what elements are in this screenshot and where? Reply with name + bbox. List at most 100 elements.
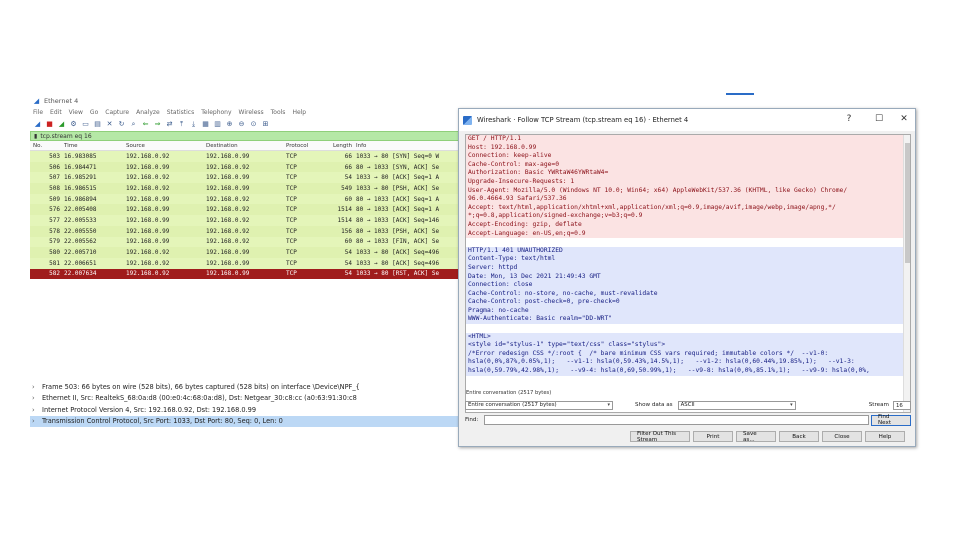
find-packet-icon[interactable]: ⌕ (129, 120, 138, 129)
scrollbar-thumb[interactable] (905, 143, 910, 263)
capture-options-icon[interactable]: ⚙ (69, 120, 78, 129)
detail-row[interactable]: › Transmission Control Protocol, Src Port… (30, 415, 468, 427)
display-filter-bar[interactable]: ▮ tcp.stream eq 16 (30, 131, 468, 141)
packet-row[interactable]: 582 22.007634 192.168.0.92 192.168.0.99 TCP 5… (30, 268, 468, 280)
go-back-icon[interactable]: ⇐ (141, 120, 150, 129)
packet-cell-dst: 192.168.0.99 (206, 174, 250, 182)
close-file-icon[interactable]: ✕ (105, 120, 114, 129)
packet-row[interactable]: 581 22.006651 192.168.0.92 192.168.0.99 TCP 5… (30, 257, 468, 269)
help-button[interactable]: Help (865, 431, 905, 442)
restart-capture-icon[interactable]: ◢ (57, 120, 66, 129)
packet-row[interactable]: 576 22.005408 192.168.0.99 192.168.0.92 TCP 1… (30, 204, 468, 216)
packet-cell-src: 192.168.0.99 (126, 238, 170, 246)
menu-item[interactable]: Telephony (201, 109, 231, 116)
back-button[interactable]: Back (779, 431, 819, 442)
expand-arrow-icon[interactable]: › (32, 383, 42, 391)
packet-row[interactable]: 508 16.986515 192.168.0.92 192.168.0.99 TCP 5… (30, 183, 468, 194)
find-next-button[interactable]: Find Next (871, 414, 911, 426)
packet-cell-info: 80 → 1033 [FIN, ACK] Se (356, 238, 440, 246)
autoscroll-icon[interactable]: ▦ (201, 120, 210, 129)
packet-cell-dst: 192.168.0.92 (206, 227, 250, 235)
detail-row[interactable]: › Ethernet II, Src: RealtekS_68:0a:d8 (00… (30, 393, 468, 405)
resize-columns-icon[interactable]: ⊞ (261, 120, 270, 129)
reload-icon[interactable]: ↻ (117, 120, 126, 129)
menu-item[interactable]: Capture (105, 109, 129, 116)
stop-capture-icon[interactable]: ■ (45, 120, 54, 129)
packet-row[interactable]: 579 22.005562 192.168.0.99 192.168.0.92 TCP 6… (30, 236, 468, 248)
menu-item[interactable]: Wireless (239, 109, 264, 116)
server-line: WWW-Authenticate: Basic realm="DD-WRT" (466, 315, 910, 325)
detail-row[interactable]: › Internet Protocol Version 4, Src: 192.1… (30, 404, 468, 416)
close-button[interactable]: Close (822, 431, 862, 442)
help-question-icon[interactable]: ? (841, 114, 857, 124)
expand-arrow-icon[interactable]: › (32, 406, 42, 414)
packet-details[interactable]: › Frame 503: 66 bytes on wire (528 bits),… (30, 381, 468, 427)
filter-out-stream-button[interactable]: Filter Out This Stream (630, 431, 690, 443)
packet-cell-len: 549 (341, 184, 352, 192)
packet-row[interactable]: 503 16.983085 192.168.0.92 192.168.0.99 TCP 6… (30, 151, 468, 162)
packet-cell-no: 509 (49, 195, 60, 203)
last-packet-icon[interactable]: ⤓ (189, 120, 198, 129)
col-destination[interactable]: Destination (206, 143, 286, 149)
go-to-packet-icon[interactable]: ⇄ (165, 120, 174, 129)
menu-item[interactable]: Help (292, 109, 306, 116)
detail-row[interactable]: › Frame 503: 66 bytes on wire (528 bits),… (30, 381, 468, 393)
stream-content[interactable]: GET / HTTP/1.1 Host: 192.168.0.99 Connecti… (465, 134, 911, 413)
server-line: /*Error redesign CSS */:root { /* bare m… (466, 349, 910, 359)
stream-scrollbar[interactable] (903, 135, 910, 412)
bookmark-icon[interactable]: ▮ (34, 133, 37, 140)
menu-item[interactable]: Go (90, 109, 98, 116)
conversation-select[interactable]: Entire conversation (2517 bytes) ▾ (465, 400, 613, 410)
packet-row[interactable]: 509 16.986894 192.168.0.99 192.168.0.92 TCP 6… (30, 193, 468, 205)
menu-item[interactable]: File (33, 109, 43, 116)
packet-row[interactable]: 580 22.005710 192.168.0.92 192.168.0.99 TCP 5… (30, 247, 468, 258)
menu-item[interactable]: Edit (50, 109, 62, 116)
packet-cell-dst: 192.168.0.99 (206, 152, 250, 160)
open-file-icon[interactable]: ▭ (81, 120, 90, 129)
go-forward-icon[interactable]: ⇒ (153, 120, 162, 129)
col-time[interactable]: Time (64, 143, 126, 149)
save-as-button[interactable]: Save as... (736, 431, 776, 443)
display-filter-input[interactable]: tcp.stream eq 16 (40, 133, 91, 140)
wireshark-main-window: ◢ Ethernet 4 File Edit View Go Capture Analyz… (30, 95, 468, 463)
packet-cell-no: 578 (49, 227, 60, 235)
expand-arrow-icon[interactable]: › (32, 417, 42, 425)
first-packet-icon[interactable]: ⤒ (177, 120, 186, 129)
zoom-out-icon[interactable]: ⊖ (237, 120, 246, 129)
colorize-icon[interactable]: ▥ (213, 120, 222, 129)
dialog-button-row: Filter Out This Stream Print Save as... … (630, 431, 905, 443)
menu-item[interactable]: Statistics (167, 109, 194, 116)
start-capture-icon[interactable]: ◢ (33, 120, 42, 129)
zoom-in-icon[interactable]: ⊕ (225, 120, 234, 129)
server-line: Date: Mon, 13 Dec 2021 21:49:43 GMT (466, 272, 910, 282)
col-protocol[interactable]: Protocol (286, 143, 326, 149)
stream-number-spinner[interactable]: 16 (893, 400, 911, 410)
packet-cell-proto: TCP (286, 163, 297, 171)
find-input[interactable] (484, 415, 870, 425)
packet-list[interactable]: 503 16.983085 192.168.0.92 192.168.0.99 TCP 6… (30, 151, 468, 280)
close-icon[interactable]: ✕ (896, 114, 912, 124)
print-button[interactable]: Print (693, 431, 733, 442)
save-file-icon[interactable]: ▤ (93, 120, 102, 129)
menu-item[interactable]: View (69, 109, 83, 116)
maximize-icon[interactable]: ☐ (871, 114, 887, 124)
expand-arrow-icon[interactable]: › (32, 394, 42, 402)
menu-item[interactable]: Analyze (136, 109, 160, 116)
col-info[interactable]: Info (356, 143, 468, 149)
packet-cell-dst: 192.168.0.99 (206, 259, 250, 267)
packet-cell-proto: TCP (286, 216, 297, 224)
packet-row[interactable]: 506 16.984471 192.168.0.99 192.168.0.92 TCP 6… (30, 161, 468, 173)
col-source[interactable]: Source (126, 143, 206, 149)
packet-row[interactable]: 577 22.005533 192.168.0.99 192.168.0.92 TCP 1… (30, 215, 468, 226)
col-length[interactable]: Length (326, 143, 356, 149)
packet-cell-info: 1033 → 80 [SYN] Seq=0 W (356, 152, 440, 160)
zoom-normal-icon[interactable]: ⊙ (249, 120, 258, 129)
main-toolbar: ◢ ■ ◢ ⚙ ▭ ▤ ✕ ↻ ⌕ ⇐ ⇒ ⇄ ⤒ ⤓ ▦ ▥ ⊕ ⊖ ⊙ ⊞ (30, 117, 468, 131)
packet-row[interactable]: 578 22.005550 192.168.0.99 192.168.0.92 TCP 1… (30, 225, 468, 237)
col-no[interactable]: No. (30, 143, 64, 149)
packet-row[interactable]: 507 16.985291 192.168.0.92 192.168.0.99 TCP 5… (30, 172, 468, 184)
packet-cell-info: 80 → 1033 [SYN, ACK] Se (356, 163, 440, 171)
show-data-as-select[interactable]: ASCII ▾ (677, 400, 796, 410)
menu-item[interactable]: Tools (271, 109, 286, 116)
shark-fin-icon: ◢ (33, 96, 40, 105)
